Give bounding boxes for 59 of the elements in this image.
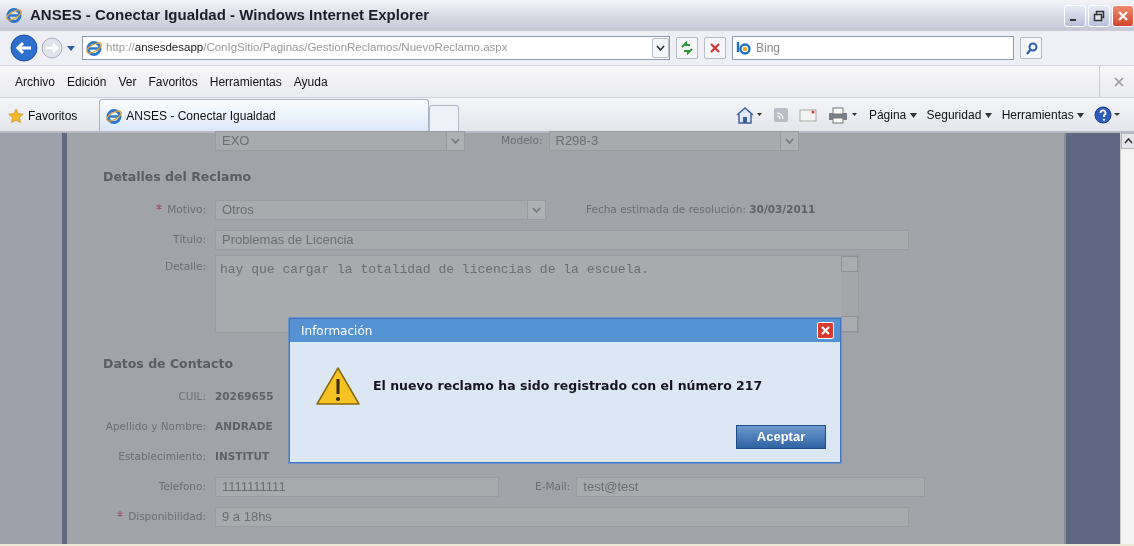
url-text: http://ansesdesapp/ConIgSitio/Paginas/GestionReclamos/NuevoReclamo.aspx <box>106 40 508 56</box>
minimize-icon <box>1070 19 1076 21</box>
address-dropdown-button[interactable] <box>652 38 669 58</box>
caret-icon <box>451 138 460 144</box>
close-button[interactable] <box>1112 5 1134 27</box>
menu-item[interactable]: Herramientas <box>203 70 288 93</box>
section-heading: Detalles del Reclamo <box>102 168 252 186</box>
menu-item[interactable]: Favoritos <box>142 70 204 93</box>
caret-icon <box>1077 113 1084 119</box>
scrollbar[interactable] <box>841 255 858 332</box>
star-icon[interactable] <box>8 108 24 124</box>
dialog-message: El nuevo reclamo ha sido registrado con el número 217 <box>373 376 763 395</box>
stop-icon <box>709 42 721 54</box>
field-value: 20269655 <box>215 388 274 404</box>
home-icon[interactable] <box>734 106 763 124</box>
field-value: ANDRADE <box>215 418 273 434</box>
close-icon <box>820 325 831 336</box>
minimize-button[interactable] <box>1064 5 1086 27</box>
back-button-icon[interactable] <box>10 34 38 62</box>
restore-button[interactable] <box>1088 5 1110 27</box>
caret-icon <box>909 113 917 119</box>
address-field[interactable]: http://ansesdesapp/ConIgSitio/Paginas/GestionReclamos/NuevoReclamo.aspx <box>82 36 670 60</box>
tab-title: ANSES - Conectar Igualdad <box>126 107 276 125</box>
caret-icon <box>532 206 541 213</box>
scrollbar[interactable] <box>1120 133 1134 544</box>
menu-item[interactable]: Ayuda <box>287 70 334 93</box>
warning-icon <box>315 366 361 406</box>
search-field[interactable]: Bing <box>732 36 1014 60</box>
browser-logo-icon <box>6 7 22 23</box>
refresh-icon <box>680 41 694 55</box>
caret-icon <box>784 138 794 144</box>
window-title: ANSES - Conectar Igualdad - Windows Internet Explorer <box>30 4 430 25</box>
printer-icon[interactable] <box>826 106 859 124</box>
toolbar-menu[interactable]: Página <box>868 106 917 124</box>
favorites-link[interactable]: Favoritos <box>28 107 78 125</box>
page-icon <box>86 40 102 56</box>
accept-button[interactable]: Aceptar <box>736 425 826 449</box>
caret-icon <box>656 45 665 51</box>
close-button[interactable] <box>817 322 834 339</box>
toolbar-menu[interactable]: Seguridad <box>926 106 992 124</box>
search-icon <box>1024 41 1038 55</box>
section-heading: Datos de Contacto <box>102 354 234 373</box>
field-value: INSTITUT <box>215 448 270 464</box>
search-engine-logo-icon <box>736 41 752 55</box>
caret-icon <box>984 113 992 119</box>
close-icon[interactable] <box>1114 76 1124 87</box>
menu-item[interactable]: Ver <box>112 70 143 93</box>
menu-item[interactable]: Archivo <box>9 70 61 93</box>
refresh-button[interactable] <box>676 37 698 59</box>
stop-button[interactable] <box>704 37 726 59</box>
browser-logo-icon <box>106 107 123 124</box>
search-button[interactable] <box>1020 37 1042 59</box>
dropdown-caret-icon[interactable] <box>66 44 76 52</box>
close-icon <box>1117 10 1129 22</box>
toolbar-menu[interactable]: Herramientas <box>1001 106 1084 124</box>
browser-tab[interactable]: ANSES - Conectar Igualdad <box>99 99 430 131</box>
menu-item[interactable]: Edición <box>61 70 113 93</box>
restore-icon <box>1093 10 1105 22</box>
help-icon[interactable] <box>1094 106 1122 124</box>
